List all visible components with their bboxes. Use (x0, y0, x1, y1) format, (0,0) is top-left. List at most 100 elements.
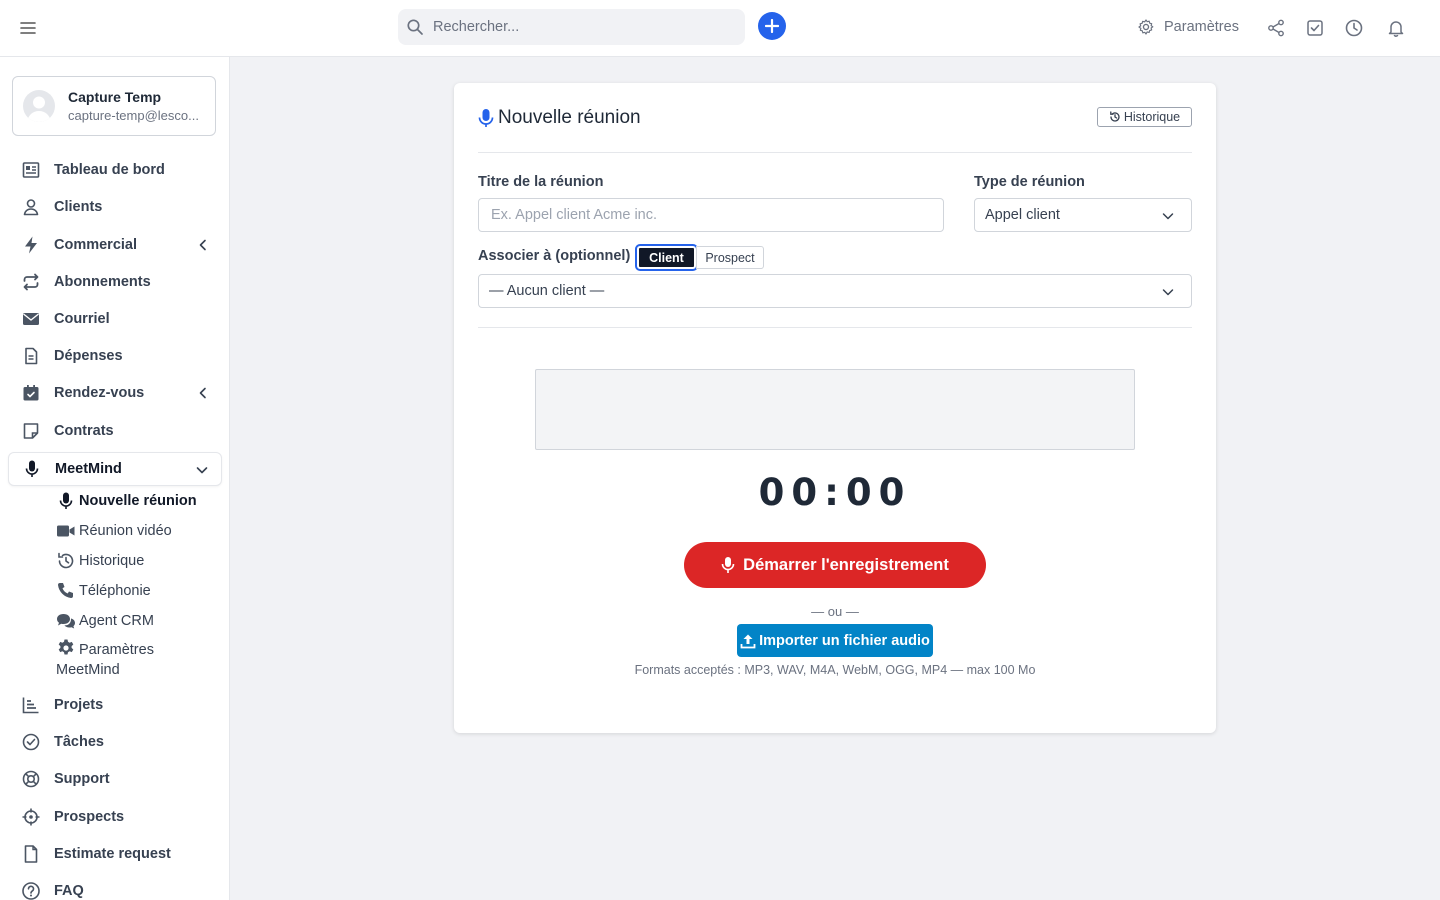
client-select-value: — Aucun client — (489, 283, 605, 299)
history-button[interactable]: Historique (1097, 107, 1192, 127)
user-icon (21, 197, 41, 217)
bell-icon[interactable] (1386, 18, 1406, 38)
history-button-label: Historique (1123, 110, 1181, 124)
sidebar-subitem-history[interactable]: Historique (56, 548, 144, 574)
sidebar-item-label: Tableau de bord (54, 162, 165, 178)
search-input[interactable] (433, 19, 723, 35)
meeting-type-select[interactable]: Appel client (974, 198, 1192, 232)
toggle-prospect[interactable]: Prospect (696, 246, 764, 269)
page-title: Nouvelle réunion (498, 107, 641, 128)
question-icon (21, 881, 41, 900)
clock-icon[interactable] (1344, 18, 1364, 38)
new-meeting-card: Nouvelle réunion Historique Titre de la … (454, 83, 1216, 733)
sidebar-item-label: Rendez-vous (54, 385, 145, 401)
sidebar-item-expenses[interactable]: Dépenses (8, 339, 222, 373)
sidebar-subitem-label-line2: MeetMind (56, 662, 120, 678)
sidebar-item-contracts[interactable]: Contrats (8, 414, 222, 448)
hamburger-menu-icon[interactable] (18, 18, 38, 38)
sidebar-item-label: Contrats (54, 423, 114, 439)
quick-add-button[interactable] (758, 12, 786, 40)
settings-label: Paramètres (1164, 19, 1239, 35)
sidebar-item-faq[interactable]: FAQ (8, 874, 222, 900)
sidebar-item-label: Tâches (54, 734, 104, 750)
sidebar-subitem-video-meeting[interactable]: Réunion vidéo (56, 518, 172, 544)
repeat-icon (21, 272, 41, 292)
search-icon (406, 18, 424, 36)
crosshair-icon (21, 807, 41, 827)
top-bar: Paramètres (0, 0, 1440, 57)
start-recording-label: Démarrer l'enregistrement (743, 555, 949, 574)
chart-icon (21, 695, 41, 715)
meeting-title-label: Titre de la réunion (478, 174, 604, 190)
sidebar-subitem-label: Nouvelle réunion (79, 493, 197, 509)
sidebar-item-label: FAQ (54, 883, 84, 899)
chevron-left-icon (196, 238, 210, 252)
chat-icon (56, 611, 76, 631)
sidebar-item-dashboard[interactable]: Tableau de bord (8, 153, 222, 187)
profile-name: Capture Temp (68, 89, 162, 105)
document-icon (21, 844, 41, 864)
sidebar-item-label: Prospects (54, 809, 125, 825)
microphone-icon (56, 491, 76, 511)
chevron-down-icon (195, 463, 209, 477)
upload-icon (740, 634, 756, 648)
sidebar-item-subscriptions[interactable]: Abonnements (8, 265, 222, 299)
sidebar-item-label: Abonnements (54, 274, 151, 290)
sidebar-item-tasks[interactable]: Tâches (8, 725, 222, 759)
sidebar-subitem-new-meeting[interactable]: Nouvelle réunion (56, 488, 197, 514)
lifebuoy-icon (21, 769, 41, 789)
gear-icon (1138, 19, 1154, 35)
import-audio-button[interactable]: Importer un fichier audio (737, 624, 933, 657)
waveform-canvas (535, 369, 1135, 450)
sidebar-item-label: Estimate request (54, 846, 171, 862)
accepted-formats-text: Formats acceptés : MP3, WAV, M4A, WebM, … (634, 663, 1036, 677)
or-separator: — ou — (811, 604, 859, 619)
meeting-type-label: Type de réunion (974, 174, 1085, 190)
sidebar-item-projects[interactable]: Projets (8, 688, 222, 722)
chevron-left-icon (196, 386, 210, 400)
sidebar-item-support[interactable]: Support (8, 762, 222, 796)
checkbox-icon[interactable] (1305, 18, 1325, 38)
chevron-down-icon (1161, 209, 1175, 223)
associate-label: Associer à (optionnel) (478, 248, 631, 264)
video-icon (56, 521, 76, 541)
microphone-icon (721, 557, 735, 573)
divider (478, 327, 1192, 328)
sidebar-item-estimate-request[interactable]: Estimate request (8, 837, 222, 871)
import-audio-label: Importer un fichier audio (759, 632, 930, 649)
sidebar-item-label: Dépenses (54, 348, 123, 364)
phone-icon (56, 581, 76, 601)
sidebar-item-appointments[interactable]: Rendez-vous (8, 376, 222, 410)
sidebar-item-email[interactable]: Courriel (8, 302, 222, 336)
user-profile-card[interactable]: Capture Temp capture-temp@lesco... (12, 76, 216, 136)
microphone-icon (478, 108, 494, 128)
envelope-icon (21, 309, 41, 329)
toggle-client[interactable]: Client (635, 244, 698, 271)
client-select[interactable]: — Aucun client — (478, 274, 1192, 308)
start-recording-button[interactable]: Démarrer l'enregistrement (684, 542, 986, 588)
sidebar-item-meetmind[interactable]: MeetMind (8, 452, 222, 486)
sidebar-item-label: Clients (54, 199, 103, 215)
settings-link[interactable]: Paramètres (1137, 18, 1239, 36)
share-icon[interactable] (1266, 18, 1286, 38)
meeting-type-value: Appel client (985, 207, 1060, 223)
sidebar-item-prospects[interactable]: Prospects (8, 800, 222, 834)
sidebar-subitem-label: Téléphonie (79, 583, 151, 599)
history-icon (1110, 111, 1120, 122)
sidebar-subitem-meetmind-settings[interactable]: Paramètres MeetMind (56, 638, 206, 686)
bolt-icon (21, 235, 41, 255)
divider (478, 152, 1192, 153)
sidebar-item-label: Support (54, 771, 110, 787)
card-header: Nouvelle réunion (478, 107, 641, 129)
search-bar[interactable] (398, 9, 745, 45)
sidebar-subitem-label: Paramètres (79, 642, 154, 658)
dashboard-icon (21, 160, 41, 180)
sidebar-subitem-telephony[interactable]: Téléphonie (56, 578, 151, 604)
calendar-icon (21, 383, 41, 403)
sidebar-subitem-crm-agent[interactable]: Agent CRM (56, 608, 154, 634)
sidebar-item-commercial[interactable]: Commercial (8, 228, 222, 262)
meeting-title-input[interactable] (478, 198, 944, 232)
avatar (23, 90, 55, 122)
gear-icon (56, 638, 76, 658)
sidebar-item-clients[interactable]: Clients (8, 190, 222, 224)
